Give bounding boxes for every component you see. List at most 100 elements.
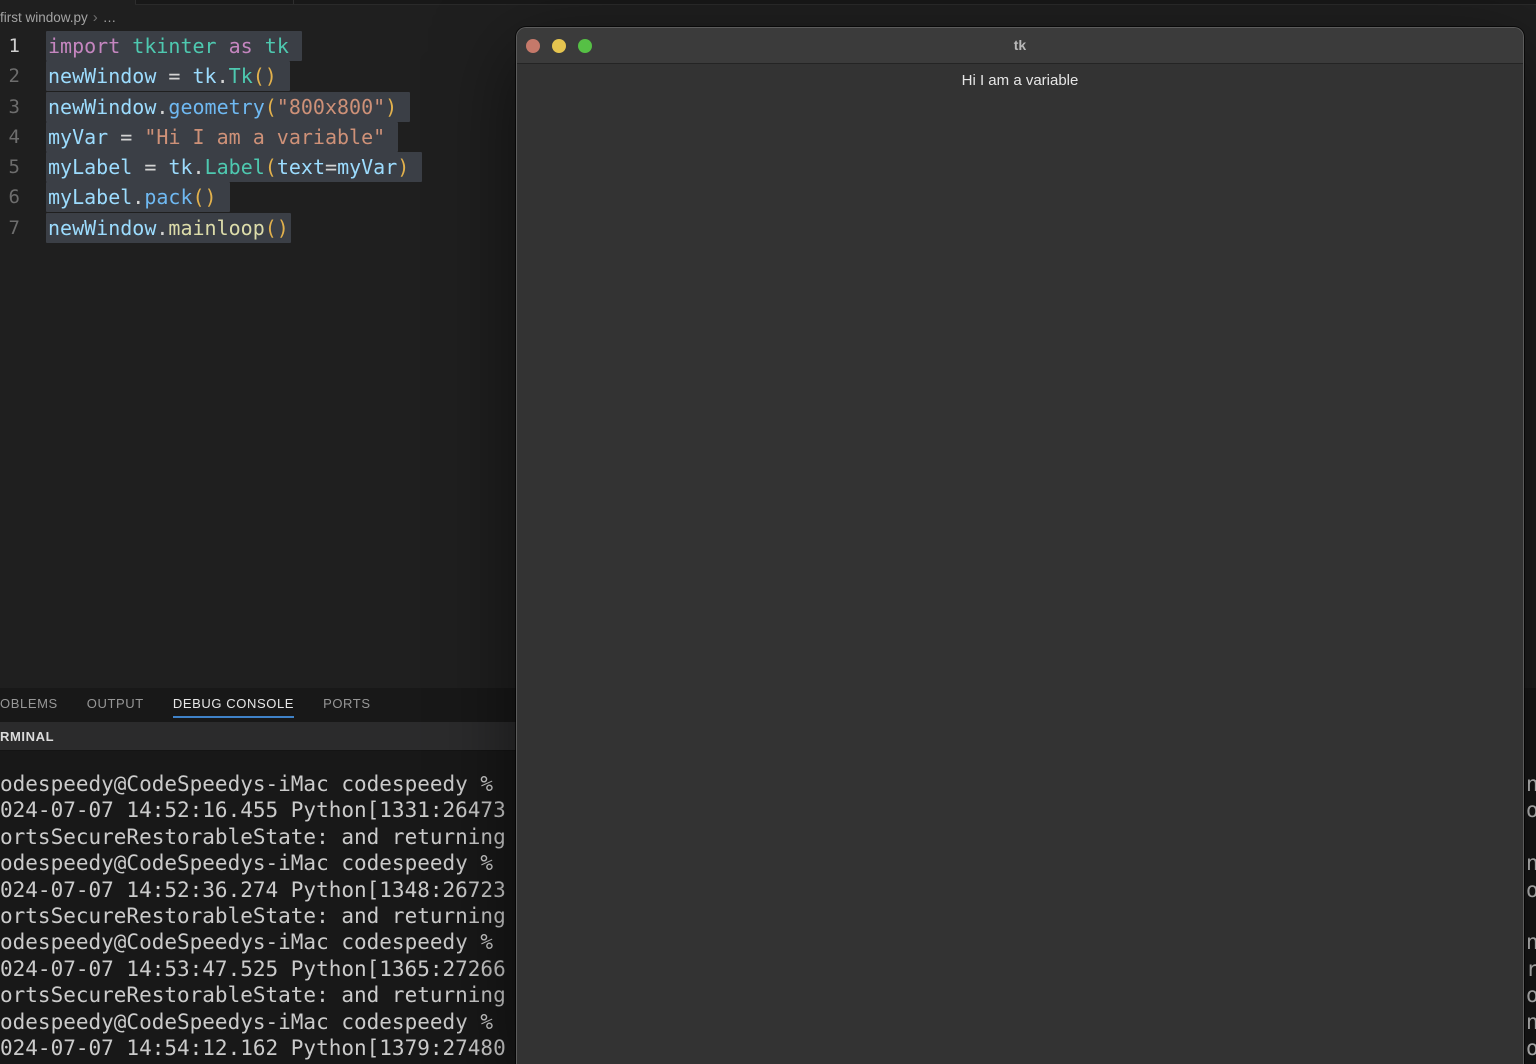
selection-highlight: myLabel = tk.Label(text=myVar)	[46, 152, 422, 182]
terminal-line-fragment: n	[1526, 929, 1536, 955]
line-number: 2	[0, 65, 20, 87]
code-token	[108, 125, 120, 149]
terminal-line: odespeedy@CodeSpeedys-iMac codespeedy %	[0, 771, 513, 797]
terminal-line: ortsSecureRestorableState: and returning	[0, 903, 513, 929]
code-token: tkinter	[132, 34, 216, 58]
terminal-line: odespeedy@CodeSpeedys-iMac codespeedy %	[0, 850, 513, 876]
window-zoom-button[interactable]	[578, 39, 592, 53]
code-token	[217, 34, 229, 58]
code-token: )	[385, 95, 397, 119]
code-token: newWindow	[48, 216, 156, 240]
terminal-line: 024-07-07 14:52:16.455 Python[1331:26473	[0, 797, 513, 823]
tk-app-window: tk Hi I am a variable	[516, 27, 1524, 1064]
selection-highlight: myVar = "Hi I am a variable"	[46, 122, 398, 152]
code-token: "800x800"	[277, 95, 385, 119]
editor-tabbar-sliver	[0, 0, 1536, 5]
code-content: myLabel.pack()	[48, 185, 230, 209]
vscode-window: first window.py › … 1 import tkinter as t…	[0, 0, 1536, 1064]
code-token: (	[265, 155, 277, 179]
tk-label-text: Hi I am a variable	[517, 72, 1523, 89]
code-token: .	[132, 185, 144, 209]
terminal-line-fragment: n	[1526, 1009, 1536, 1035]
code-token	[120, 34, 132, 58]
code-token: (	[265, 95, 277, 119]
code-token: newWindow	[48, 64, 156, 88]
tk-window-title: tk	[517, 28, 1523, 63]
tk-window-body: Hi I am a variable	[517, 64, 1523, 89]
code-line[interactable]: 6myLabel.pack()	[0, 182, 513, 212]
code-token: =	[168, 64, 180, 88]
terminal-line-fragment	[1526, 903, 1536, 929]
code-line[interactable]: 3 newWindow.geometry("800x800")	[0, 92, 513, 122]
panel-tab-ports[interactable]: PORTS	[323, 696, 371, 711]
terminal-line-fragment: o	[1526, 1035, 1536, 1061]
terminal-line: odespeedy@CodeSpeedys-iMac codespeedy %	[0, 1009, 513, 1035]
code-token: pack	[144, 185, 192, 209]
code-token	[180, 64, 192, 88]
line-number: 1	[0, 35, 20, 57]
breadcrumb[interactable]: first window.py › …	[0, 7, 116, 27]
code-line[interactable]: 7 newWindow.mainloop()	[0, 213, 513, 243]
code-token: =	[325, 155, 337, 179]
panel-tab-output[interactable]: OUTPUT	[87, 696, 144, 711]
code-token: "Hi I am a variable"	[144, 125, 385, 149]
code-line[interactable]: 4myVar = "Hi I am a variable"	[0, 122, 513, 152]
code-token: mainloop	[168, 216, 264, 240]
code-line[interactable]: 2 newWindow = tk.Tk()	[0, 61, 513, 91]
code-line[interactable]: 1 import tkinter as tk	[0, 31, 513, 61]
breadcrumb-file[interactable]: first window.py	[0, 10, 88, 25]
terminal-line-fragment: o	[1526, 877, 1536, 903]
tab-divider	[135, 0, 136, 4]
code-token: ()	[193, 185, 217, 209]
code-token: tk	[265, 34, 289, 58]
code-token: .	[193, 155, 205, 179]
terminal-line: ortsSecureRestorableState: and returning	[0, 824, 513, 850]
terminal-output[interactable]: odespeedy@CodeSpeedys-iMac codespeedy %0…	[0, 771, 513, 1064]
terminal-line: 024-07-07 14:52:36.274 Python[1348:26723	[0, 877, 513, 903]
code-content: newWindow.mainloop()	[48, 216, 291, 240]
terminal-line: 024-07-07 14:54:12.162 Python[1379:27480	[0, 1035, 513, 1061]
line-number: 7	[0, 217, 20, 239]
code-token: .	[217, 64, 229, 88]
terminal-section-label: RMINAL	[0, 729, 54, 744]
window-close-button[interactable]	[526, 39, 540, 53]
code-token: ()	[253, 64, 277, 88]
terminal-line: ortsSecureRestorableState: and returning	[0, 982, 513, 1008]
code-token: ()	[265, 216, 289, 240]
chevron-right-icon: ›	[93, 11, 98, 24]
terminal-section-header[interactable]: RMINAL	[0, 722, 517, 751]
code-token: myVar	[337, 155, 397, 179]
panel-tab-debug-console[interactable]: DEBUG CONSOLE	[173, 696, 294, 711]
line-number: 3	[0, 96, 20, 118]
code-token: )	[397, 155, 409, 179]
tk-titlebar[interactable]: tk	[517, 28, 1523, 64]
terminal-line: odespeedy@CodeSpeedys-iMac codespeedy %	[0, 929, 513, 955]
window-minimize-button[interactable]	[552, 39, 566, 53]
selection-highlight: myLabel.pack()	[46, 182, 230, 212]
code-token: newWindow	[48, 95, 156, 119]
code-line[interactable]: 5myLabel = tk.Label(text=myVar)	[0, 152, 513, 182]
terminal-line-fragment: o	[1526, 797, 1536, 823]
code-token: =	[144, 155, 156, 179]
code-token: myLabel	[48, 185, 132, 209]
code-token: text	[277, 155, 325, 179]
code-token: =	[120, 125, 132, 149]
code-token: myLabel	[48, 155, 132, 179]
breadcrumb-symbol-ellipsis[interactable]: …	[103, 10, 117, 25]
code-token: .	[156, 216, 168, 240]
code-token: Tk	[229, 64, 253, 88]
code-content: import tkinter as tk	[48, 34, 302, 58]
active-tab-edge	[0, 0, 135, 5]
code-token	[132, 155, 144, 179]
terminal-line-fragment: o	[1526, 982, 1536, 1008]
code-token	[156, 64, 168, 88]
panel-tab-oblems[interactable]: OBLEMS	[0, 696, 58, 711]
editor-code-area[interactable]: 1import tkinter as tk2newWindow = tk.Tk(…	[0, 31, 513, 243]
code-token: import	[48, 34, 120, 58]
code-content: newWindow.geometry("800x800")	[48, 95, 410, 119]
terminal-output-right-sliver: nononrono	[1526, 771, 1536, 1064]
code-content: newWindow = tk.Tk()	[48, 64, 290, 88]
terminal-line-fragment	[1526, 824, 1536, 850]
selection-highlight: newWindow.geometry("800x800")	[46, 92, 410, 122]
tab-divider	[293, 0, 294, 4]
